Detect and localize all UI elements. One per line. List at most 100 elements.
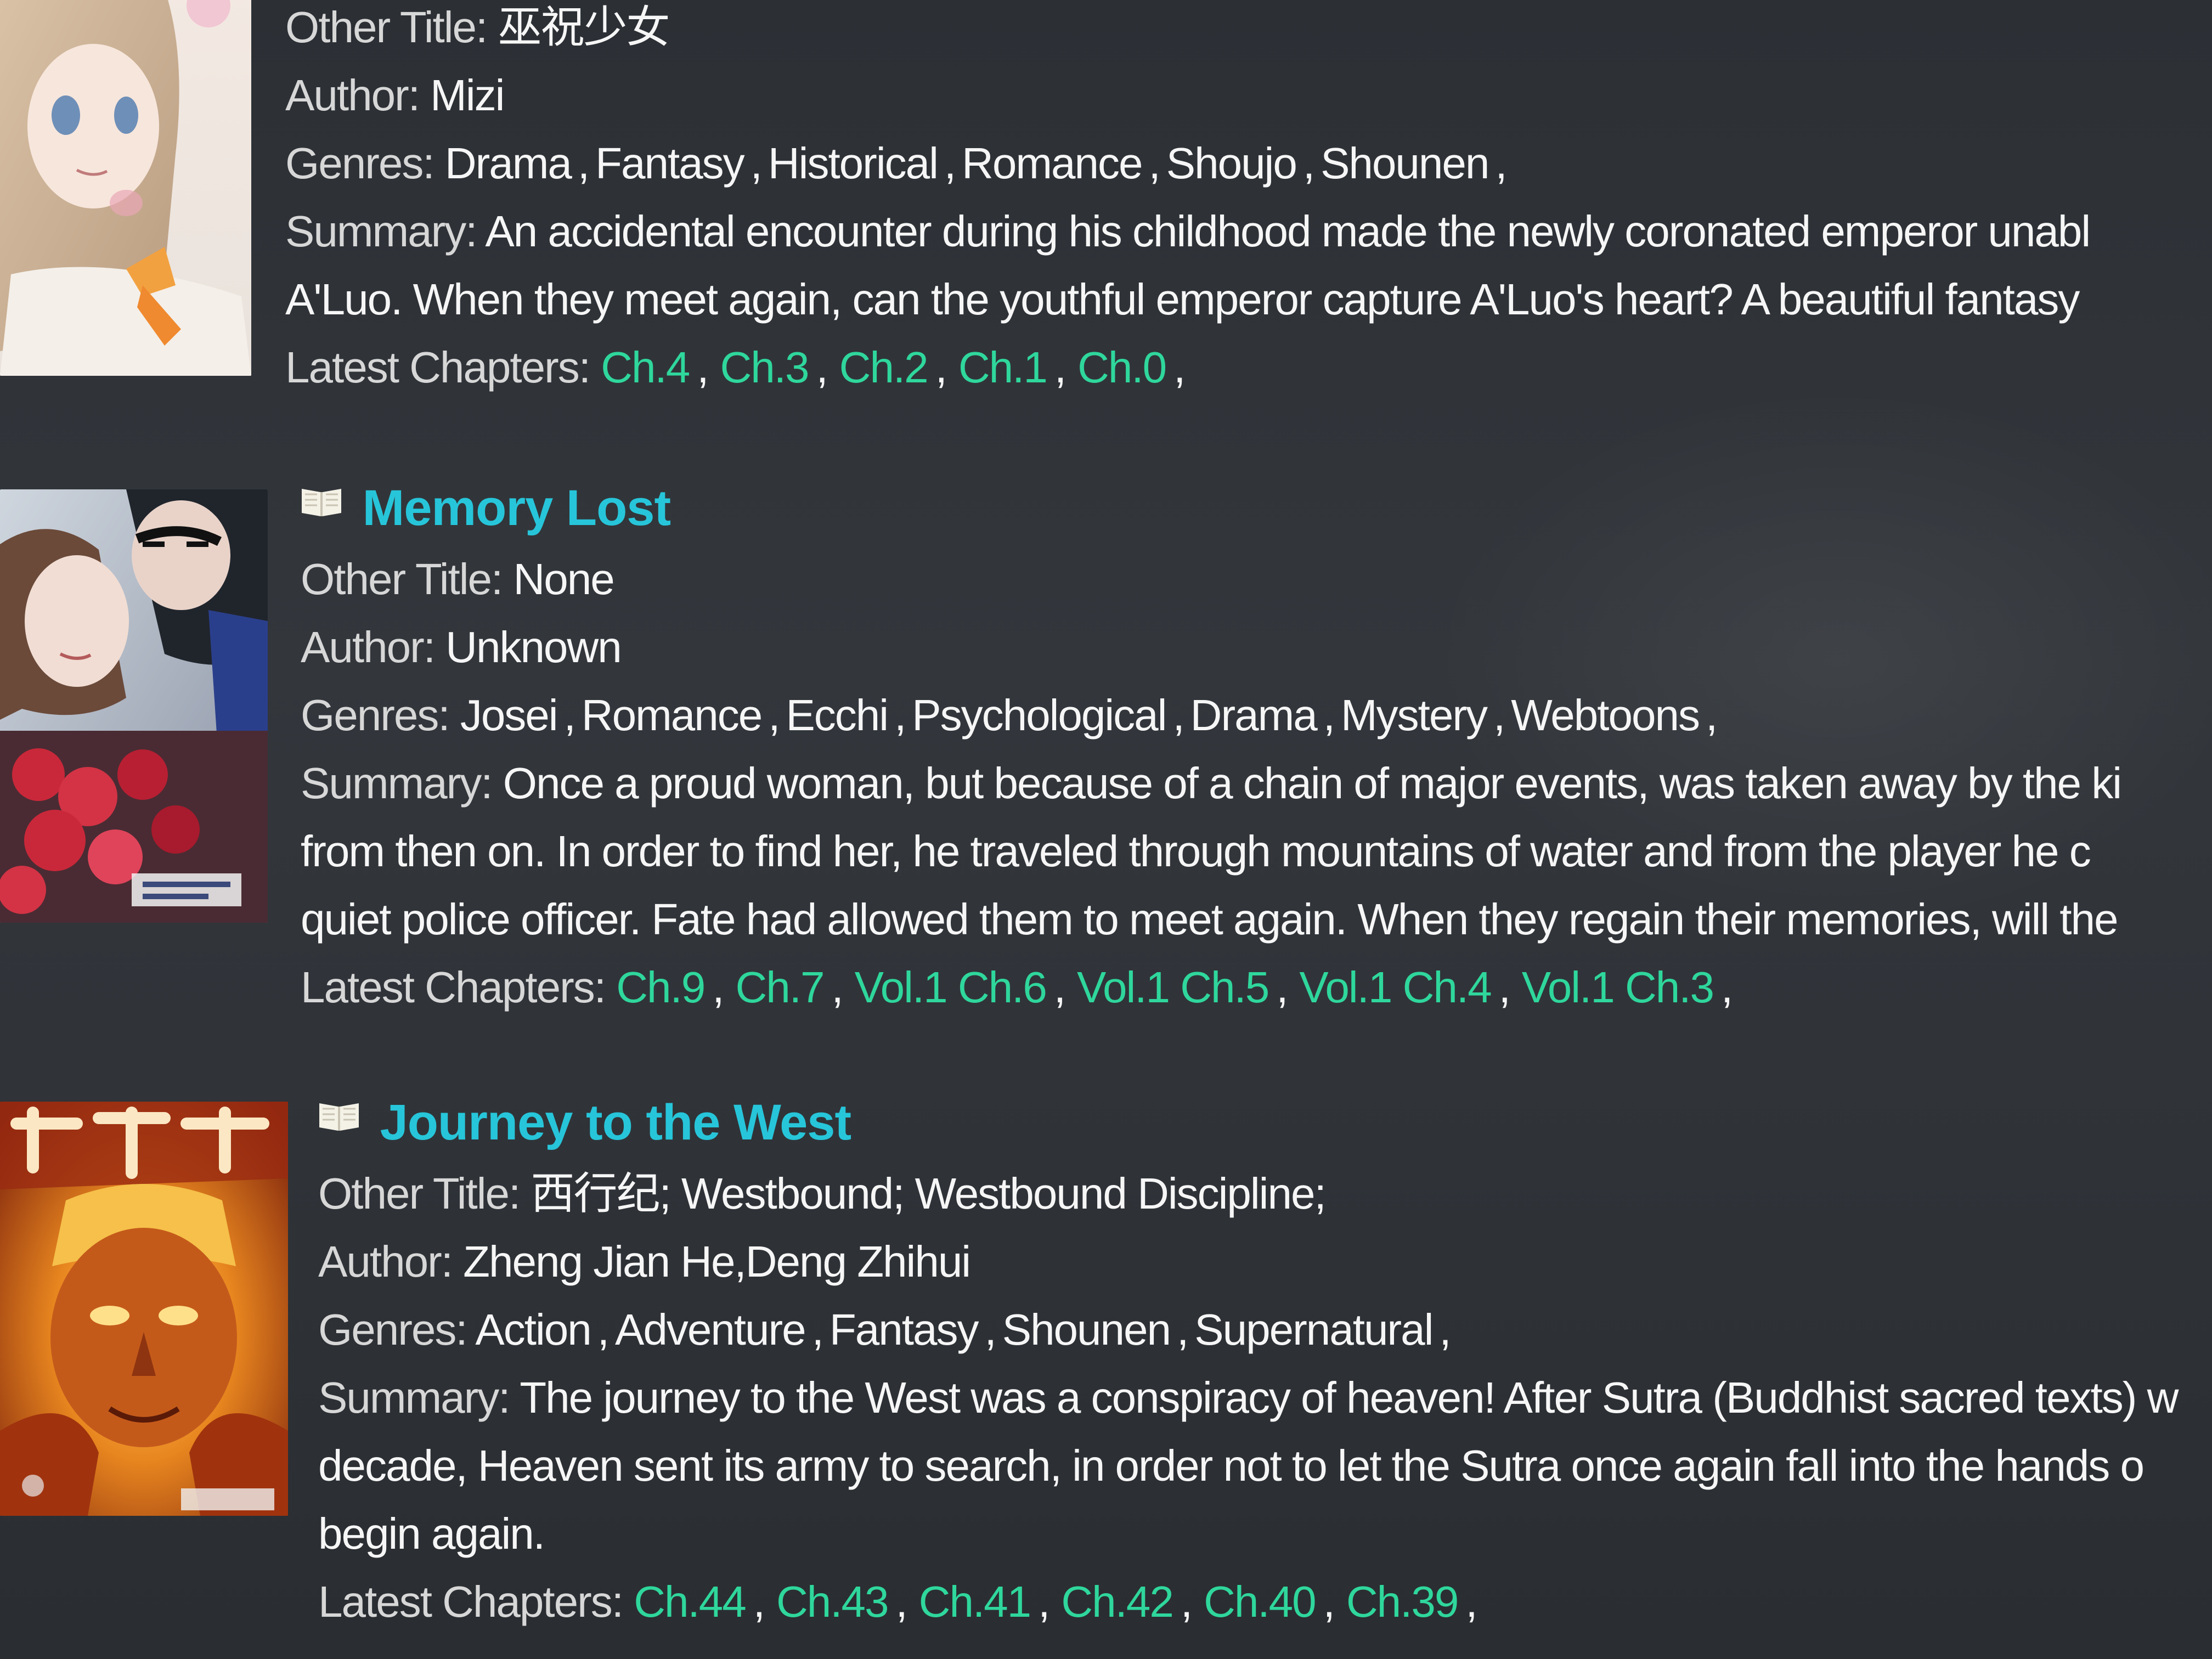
other-title-row: Other Title: 西行纪; Westbound; Westbound D… bbox=[318, 1172, 2177, 1216]
manga-cover-image[interactable] bbox=[0, 1102, 288, 1516]
author-label: Author: bbox=[318, 1237, 453, 1286]
genre-list: Action, Adventure, Fantasy, Shounen, Superna… bbox=[475, 1305, 1457, 1354]
genre-separator: , bbox=[597, 1305, 610, 1354]
chapter-link[interactable]: Ch.1 bbox=[958, 343, 1048, 392]
genre-link[interactable]: Romance bbox=[582, 691, 763, 740]
chapter-link[interactable]: Ch.42 bbox=[1061, 1577, 1173, 1626]
chapter-link[interactable]: Vol.1 Ch.5 bbox=[1077, 963, 1269, 1012]
genre-separator: , bbox=[1705, 691, 1718, 740]
genre-link[interactable]: Drama bbox=[445, 139, 572, 188]
chapter-link[interactable]: Vol.1 Ch.4 bbox=[1299, 963, 1492, 1012]
genre-separator: , bbox=[984, 1305, 996, 1354]
latest-chapters-row: Latest Chapters: Ch.9, Ch.7, Vol.1 Ch.6, Vo… bbox=[301, 966, 2121, 1009]
chapter-link[interactable]: Ch.39 bbox=[1346, 1577, 1459, 1626]
genre-link[interactable]: Supernatural bbox=[1194, 1305, 1434, 1354]
genre-link[interactable]: Mystery bbox=[1341, 691, 1488, 740]
genre-separator: , bbox=[1493, 691, 1505, 740]
chapter-separator: , bbox=[753, 1577, 765, 1626]
manga-cover-image[interactable] bbox=[0, 0, 251, 376]
author-label: Author: bbox=[285, 71, 420, 120]
genre-link[interactable]: Action bbox=[475, 1305, 591, 1354]
summary-text: The journey to the West was a conspiracy… bbox=[520, 1373, 2179, 1422]
summary-text: An accidental encounter during his child… bbox=[485, 207, 2091, 256]
summary-label: Summary: bbox=[301, 759, 493, 808]
summary-text-continued: decade, Heaven sent its army to search, … bbox=[318, 1441, 2145, 1490]
genre-link[interactable]: Josei bbox=[460, 691, 558, 740]
genre-link[interactable]: Shounen bbox=[1002, 1305, 1171, 1354]
genre-link[interactable]: Drama bbox=[1190, 691, 1318, 740]
summary-text-continued: A'Luo. When they meet again, can the you… bbox=[285, 275, 2080, 324]
chapter-link[interactable]: Ch.0 bbox=[1077, 343, 1167, 392]
chapter-list: Ch.9, Ch.7, Vol.1 Ch.6, Vol.1 Ch.5, Vol.1 Ch… bbox=[616, 963, 1744, 1012]
genre-separator: , bbox=[768, 691, 780, 740]
book-icon bbox=[302, 489, 341, 516]
author-row: Author: Unknown bbox=[301, 625, 2121, 669]
chapter-separator: , bbox=[697, 343, 709, 392]
chapter-link[interactable]: Ch.3 bbox=[720, 343, 809, 392]
genre-link[interactable]: Psychological bbox=[912, 691, 1167, 740]
chapter-link[interactable]: Ch.7 bbox=[735, 963, 825, 1012]
chapter-link[interactable]: Ch.2 bbox=[839, 343, 929, 392]
genre-link[interactable]: Fantasy bbox=[830, 1305, 979, 1354]
manga-cover-image[interactable] bbox=[0, 489, 268, 923]
latest-chapters-label: Latest Chapters: bbox=[285, 343, 591, 392]
genre-separator: , bbox=[811, 1305, 824, 1354]
chapter-separator: , bbox=[1180, 1577, 1193, 1626]
genre-link[interactable]: Fantasy bbox=[595, 139, 745, 188]
manga-list-page: Other Title: 巫祝少女 Author: Mizi Genres: D… bbox=[0, 0, 2212, 1659]
genre-separator: , bbox=[750, 139, 763, 188]
genre-separator: , bbox=[1439, 1305, 1451, 1354]
genres-label: Genres: bbox=[318, 1305, 468, 1354]
latest-chapters-label: Latest Chapters: bbox=[301, 963, 606, 1012]
book-icon bbox=[319, 1103, 359, 1131]
author-value: Mizi bbox=[430, 71, 505, 120]
genre-separator: , bbox=[577, 139, 590, 188]
chapter-link[interactable]: Vol.1 Ch.6 bbox=[855, 963, 1047, 1012]
chapter-link[interactable]: Ch.41 bbox=[919, 1577, 1031, 1626]
manga-title-link[interactable]: Memory Lost bbox=[363, 480, 672, 536]
chapter-list: Ch.4, Ch.3, Ch.2, Ch.1, Ch.0, bbox=[601, 343, 1197, 392]
genre-link[interactable]: Ecchi bbox=[786, 691, 889, 740]
chapter-separator: , bbox=[816, 343, 828, 392]
genres-label: Genres: bbox=[285, 139, 435, 188]
chapter-link[interactable]: Ch.9 bbox=[616, 963, 706, 1012]
chapter-link[interactable]: Ch.4 bbox=[601, 343, 690, 392]
chapter-separator: , bbox=[895, 1577, 907, 1626]
chapter-separator: , bbox=[1038, 1577, 1050, 1626]
chapter-separator: , bbox=[831, 963, 843, 1012]
genre-separator: , bbox=[894, 691, 906, 740]
summary-text-continued: quiet police officer. Fate had allowed t… bbox=[301, 895, 2118, 944]
manga-title-row: Memory Lost bbox=[301, 483, 2121, 535]
manga-title-row: Journey to the West bbox=[318, 1097, 2177, 1150]
genre-link[interactable]: Historical bbox=[768, 139, 939, 188]
genre-link[interactable]: Romance bbox=[962, 139, 1143, 188]
summary-text-continued: from then on. In order to find her, he t… bbox=[301, 827, 2091, 876]
genres-row: Genres: Action, Adventure, Fantasy, Shounen… bbox=[318, 1308, 2177, 1352]
genre-link[interactable]: Adventure bbox=[615, 1305, 806, 1354]
author-row: Author: Zheng Jian He,Deng Zhihui bbox=[318, 1240, 2177, 1284]
chapter-separator: , bbox=[1053, 963, 1066, 1012]
genre-separator: , bbox=[1172, 691, 1184, 740]
genre-link[interactable]: Shounen bbox=[1321, 139, 1489, 188]
other-title-value: None bbox=[513, 555, 614, 603]
genres-label: Genres: bbox=[301, 691, 450, 740]
chapter-link[interactable]: Ch.40 bbox=[1204, 1577, 1316, 1626]
latest-chapters-row: Latest Chapters: Ch.4, Ch.3, Ch.2, Ch.1, Ch.… bbox=[285, 346, 2090, 390]
summary-row: Summary: An accidental encounter during … bbox=[285, 207, 2091, 256]
manga-title-link[interactable]: Journey to the West bbox=[380, 1094, 852, 1150]
other-title-label: Other Title: bbox=[318, 1169, 521, 1218]
chapter-link[interactable]: Ch.44 bbox=[634, 1577, 746, 1626]
genres-row: Genres: Drama, Fantasy, Historical, Romance… bbox=[285, 142, 2090, 185]
cover-art-couple-roses bbox=[0, 489, 268, 923]
genre-separator: , bbox=[1323, 691, 1335, 740]
genres-row: Genres: Josei, Romance, Ecchi, Psychologica… bbox=[301, 693, 2121, 737]
author-value: Unknown bbox=[445, 623, 622, 672]
genre-link[interactable]: Webtoons bbox=[1511, 691, 1700, 740]
chapter-link[interactable]: Ch.43 bbox=[776, 1577, 889, 1626]
chapter-separator: , bbox=[1276, 963, 1288, 1012]
latest-chapters-row: Latest Chapters: Ch.44, Ch.43, Ch.41, Ch.42… bbox=[318, 1580, 2177, 1624]
chapter-link[interactable]: Vol.1 Ch.3 bbox=[1522, 963, 1714, 1012]
summary-label: Summary: bbox=[285, 207, 477, 256]
genre-link[interactable]: Shoujo bbox=[1166, 139, 1297, 188]
cover-art-monkey-king bbox=[0, 1102, 288, 1516]
